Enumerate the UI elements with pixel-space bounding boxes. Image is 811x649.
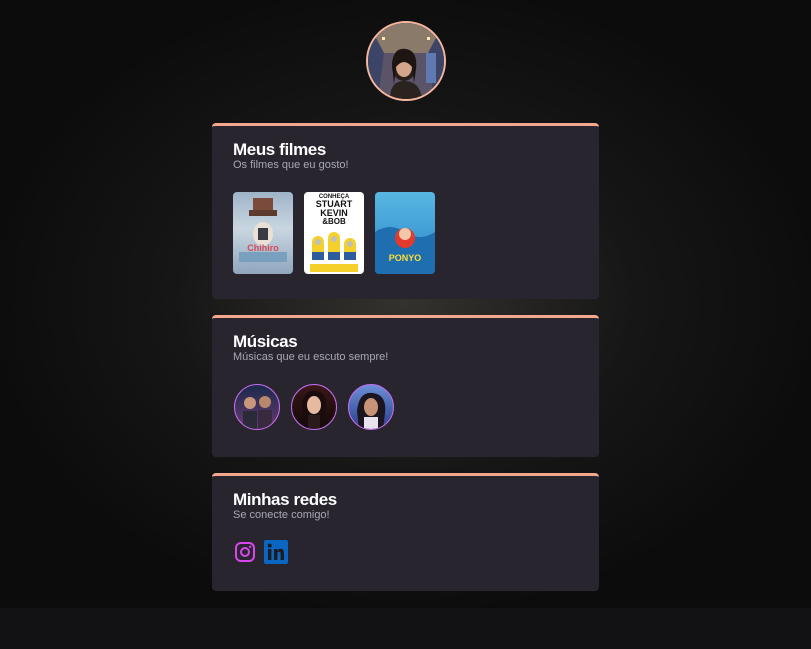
footer-band — [0, 608, 811, 649]
artist-avatar-3[interactable] — [348, 384, 394, 430]
avatar-photo — [368, 23, 444, 99]
linkedin-link[interactable] — [264, 540, 288, 564]
chihiro-artwork — [239, 198, 287, 262]
social-title: Minhas redes — [233, 490, 337, 509]
social-card: Minhas redes Se conecte comigo! — [212, 473, 599, 591]
chihiro-poster-title: Chihiro — [247, 243, 279, 253]
profile-avatar[interactable] — [366, 21, 446, 101]
instagram-icon — [235, 542, 255, 562]
page-background: Meus filmes Os filmes que eu gosto! Chih… — [0, 0, 811, 608]
minions-artwork — [310, 232, 358, 272]
artist-1-photo — [243, 396, 272, 429]
music-subtitle: Músicas que eu escuto sempre! — [233, 351, 389, 363]
movies-title: Meus filmes — [233, 140, 326, 159]
social-subtitle: Se conecte comigo! — [233, 509, 330, 521]
ponyo-poster-title: PONYO — [388, 253, 422, 263]
artist-avatar-2[interactable] — [291, 384, 337, 430]
music-title: Músicas — [233, 332, 298, 351]
movies-card: Meus filmes Os filmes que eu gosto! Chih… — [212, 123, 599, 299]
movies-subtitle: Os filmes que eu gosto! — [233, 159, 349, 171]
artist-3-photo — [357, 392, 386, 429]
artist-avatar-1[interactable] — [234, 384, 280, 430]
instagram-link[interactable] — [233, 540, 257, 564]
linkedin-icon — [264, 540, 288, 564]
movie-poster-minions[interactable]: CONHEÇA STUART KEVIN &BOB — [304, 192, 364, 274]
movie-poster-chihiro[interactable]: Chihiro — [233, 192, 293, 274]
artist-2-photo — [302, 390, 327, 429]
movie-poster-ponyo[interactable]: PONYO — [375, 192, 435, 274]
music-card: Músicas Músicas que eu escuto sempre! — [212, 315, 599, 457]
